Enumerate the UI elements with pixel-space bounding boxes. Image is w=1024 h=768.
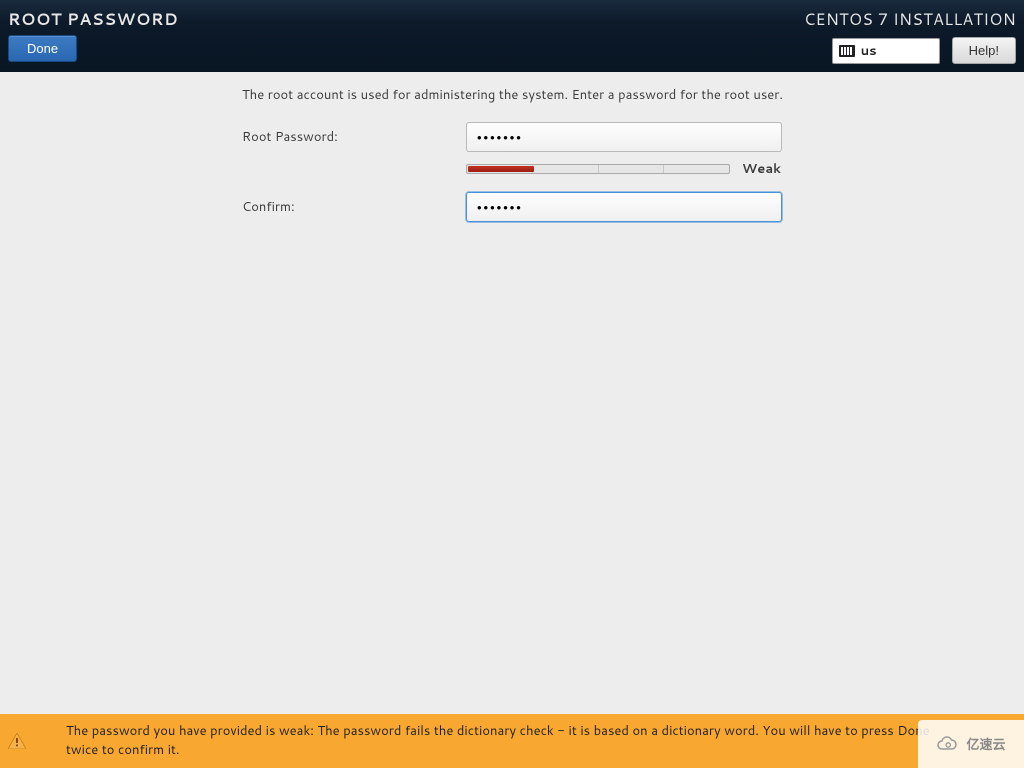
password-strength-meter — [466, 164, 730, 174]
page-title: ROOT PASSWORD — [8, 4, 178, 31]
warning-message: The password you have provided is weak: … — [66, 722, 946, 760]
keyboard-icon — [839, 45, 855, 57]
installation-title: CENTOS 7 INSTALLATION — [804, 4, 1016, 31]
cloud-icon — [936, 735, 962, 753]
root-password-input[interactable] — [466, 122, 782, 152]
password-strength-label: Weak — [742, 160, 781, 178]
help-button[interactable]: Help! — [952, 37, 1016, 64]
confirm-password-input[interactable] — [466, 192, 782, 222]
confirm-password-label: Confirm: — [242, 198, 466, 216]
warning-bar: The password you have provided is weak: … — [0, 714, 1024, 768]
root-password-label: Root Password: — [242, 128, 466, 146]
keyboard-layout-label: us — [861, 42, 877, 60]
content-area: The root account is used for administeri… — [0, 72, 1024, 714]
keyboard-layout-selector[interactable]: us — [832, 38, 940, 64]
instruction-text: The root account is used for administeri… — [242, 86, 802, 104]
warning-icon — [8, 733, 26, 749]
watermark-logo: 亿速云 — [918, 720, 1024, 768]
header-bar: ROOT PASSWORD Done CENTOS 7 INSTALLATION… — [0, 0, 1024, 72]
done-button[interactable]: Done — [8, 35, 77, 62]
watermark-text: 亿速云 — [966, 734, 1005, 754]
